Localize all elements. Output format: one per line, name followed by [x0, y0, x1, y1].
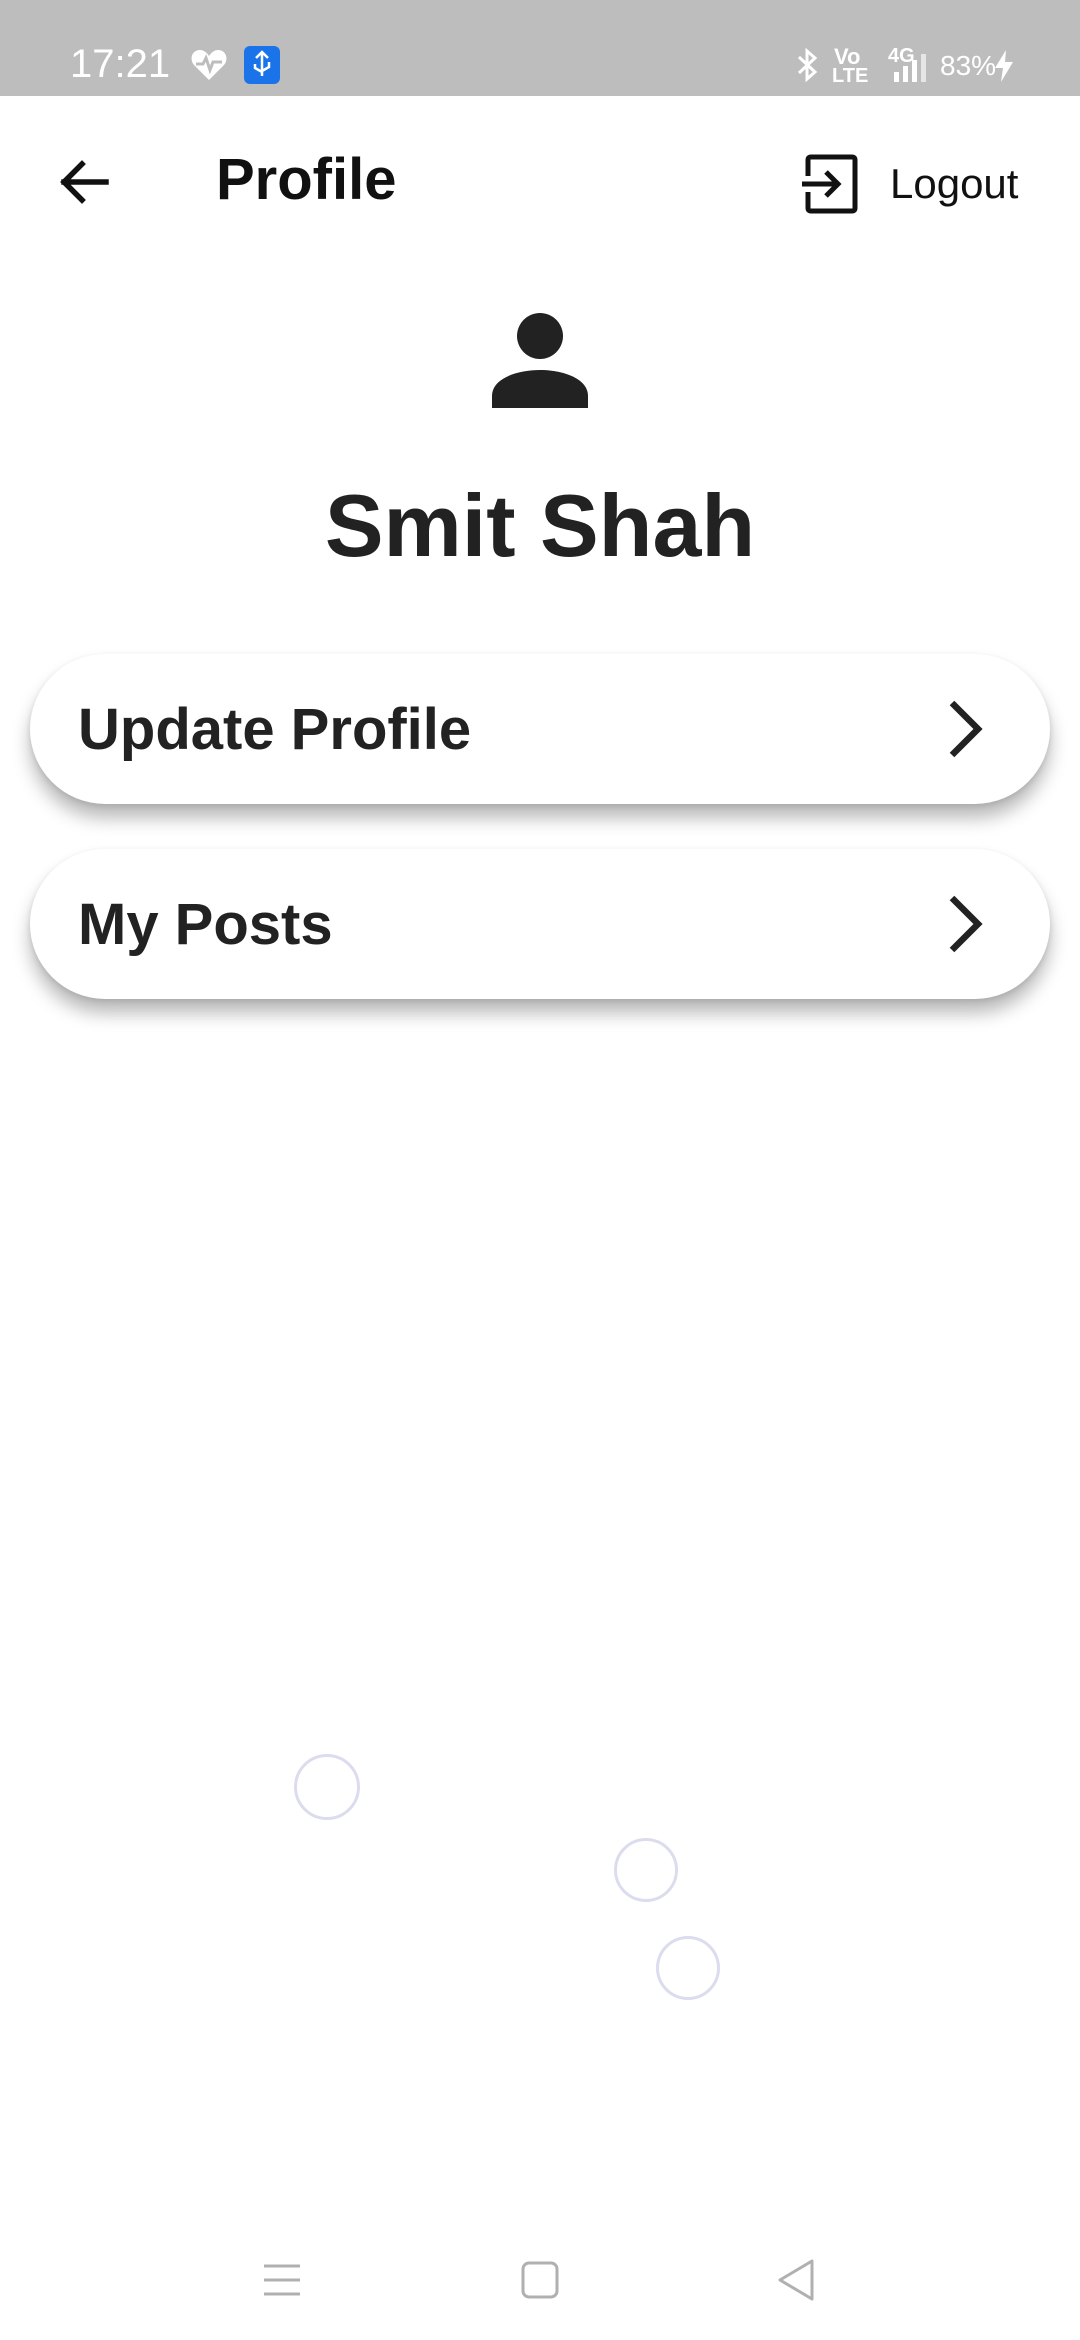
update-profile-label: Update Profile [78, 696, 472, 762]
logout-icon [802, 154, 858, 214]
home-icon [521, 2261, 559, 2299]
system-nav-bar [0, 2220, 1080, 2340]
bluetooth-icon [797, 48, 818, 82]
logout-label: Logout [890, 160, 1019, 207]
touch-ripple-circle [614, 1838, 678, 1902]
home-button[interactable] [510, 2250, 570, 2310]
back-icon [778, 2259, 814, 2301]
touch-ripple-circle [656, 1936, 720, 2000]
status-bar: 17:21 Vo LTE 4G 83% [0, 0, 1080, 96]
my-posts-button[interactable]: My Posts [30, 849, 1050, 999]
back-nav-button[interactable] [766, 2250, 826, 2310]
app-bar: Profile Logout [0, 96, 1080, 266]
recents-icon [264, 2264, 300, 2296]
back-button[interactable] [44, 142, 124, 222]
touch-ripple-circle [294, 1754, 360, 1820]
page-title: Profile [216, 147, 397, 212]
update-profile-button[interactable]: Update Profile [30, 654, 1050, 804]
status-time: 17:21 [70, 42, 171, 86]
chevron-right-icon [949, 700, 983, 758]
back-arrow-icon [60, 160, 109, 204]
profile-screen: 17:21 Vo LTE 4G 83% Profile Logout Smit … [0, 0, 1080, 2340]
battery-percent: 83% [940, 50, 997, 81]
usb-debug-icon [244, 46, 280, 84]
user-name: Smit Shah [324, 476, 756, 575]
logout-button[interactable]: Logout [800, 144, 1018, 224]
heart-rate-icon [191, 50, 227, 80]
my-posts-label: My Posts [78, 891, 333, 957]
recents-button[interactable] [252, 2250, 312, 2310]
person-icon [492, 313, 588, 408]
chevron-right-icon [949, 895, 983, 953]
charging-icon [995, 50, 1013, 82]
volte-bottom-text: LTE [832, 65, 869, 87]
signal-icon [894, 54, 926, 82]
